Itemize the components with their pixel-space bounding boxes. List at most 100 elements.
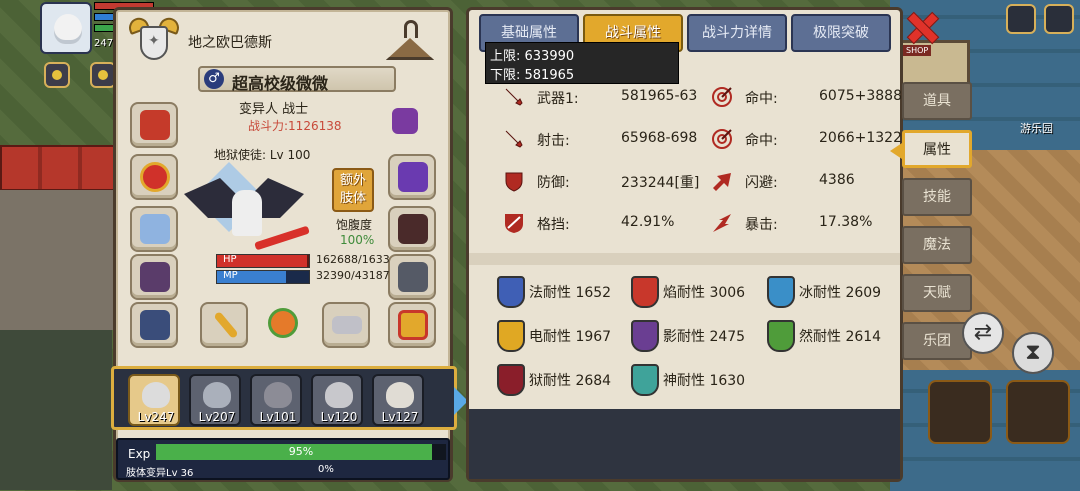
player-hud[interactable]: 247	[40, 2, 154, 54]
exp-label: Exp	[128, 447, 151, 461]
resistance-text: 然耐性 2614	[799, 329, 882, 345]
party-member-level: Lv120	[320, 410, 358, 424]
party-bar: Lv247 Lv207 Lv101 Lv120 Lv127	[111, 366, 468, 430]
hud-level: 247	[94, 38, 114, 49]
race-class: 变异人 战士	[239, 102, 309, 117]
equip-slot-belt[interactable]	[388, 206, 436, 252]
equip-slot-cape[interactable]	[130, 206, 178, 252]
equip-slot-treasure[interactable]	[388, 302, 436, 348]
character-title-ribbon: ♂ 超高校级微微	[198, 66, 396, 93]
satiety-label: 饱腹度	[336, 218, 373, 232]
side-menu-talent[interactable]: 天赋	[902, 274, 972, 312]
coin-icon[interactable]	[44, 62, 70, 88]
experience-box: Exp 95% 肢体变异Lv 36 0%	[116, 438, 450, 480]
shield-icon	[505, 172, 523, 192]
party-portrait	[264, 382, 292, 408]
equip-slot-armor[interactable]	[130, 254, 178, 300]
sword-attack-icon[interactable]	[928, 380, 992, 444]
avatar-face	[54, 14, 82, 44]
swap-icon[interactable]: ⇄	[962, 312, 1004, 354]
resistance-text: 神耐性 1630	[663, 373, 746, 389]
resistance-text: 狱耐性 2684	[529, 373, 612, 389]
stat-label: 暴击:	[745, 217, 778, 233]
tab-power-details[interactable]: 战斗力详情	[687, 14, 787, 52]
party-member-2[interactable]: Lv207	[189, 374, 241, 426]
extra-limb-button[interactable]: 额外肢体	[332, 168, 374, 212]
close-icon[interactable]	[906, 12, 936, 42]
dark-belt-icon	[398, 214, 428, 244]
stat-row: 武器1: 581965-63 命中: 6075+3888	[469, 84, 902, 114]
side-menu-skills[interactable]: 技能	[902, 178, 972, 216]
equip-slot-ring[interactable]	[388, 254, 436, 300]
stat-label: 防御:	[537, 175, 570, 191]
player-avatar[interactable]	[40, 2, 92, 54]
shop-sign: SHOP	[903, 45, 932, 56]
limb-mutation-percent: 0%	[318, 464, 334, 475]
mp-bar-label: MP	[223, 270, 238, 281]
side-menu-items[interactable]: 道具	[902, 82, 972, 120]
male-gender-icon: ♂	[204, 69, 224, 89]
tooltip-lower: 下限: 581965	[490, 68, 575, 83]
side-menu-magic[interactable]: 魔法	[902, 226, 972, 264]
stat-label: 格挡:	[537, 217, 570, 233]
stone-road	[0, 190, 120, 330]
equip-slot-earring[interactable]	[388, 102, 436, 148]
fire-resist-icon	[631, 276, 659, 308]
party-member-level: Lv207	[198, 410, 236, 424]
nature-resist-icon	[767, 320, 795, 352]
guild-emblem-icon[interactable]	[126, 14, 182, 70]
exit-icon[interactable]	[1044, 4, 1074, 34]
ice-resist-icon	[767, 276, 795, 308]
hp-value: 162688/1633	[316, 253, 390, 266]
ruby-necklace-icon	[140, 162, 170, 192]
tab-limit-break[interactable]: 极限突破	[791, 14, 891, 52]
party-member-4[interactable]: Lv120	[311, 374, 363, 426]
equip-slot-helmet[interactable]	[130, 102, 178, 148]
limb-mutation-label: 肢体变异Lv 36	[126, 468, 194, 479]
bow-attack-icon[interactable]	[1006, 380, 1070, 444]
wardrobe-hanger-icon[interactable]	[384, 20, 436, 66]
exp-percent: 95%	[288, 445, 314, 458]
resistance-text: 法耐性 1652	[529, 285, 612, 301]
dark-cliff	[0, 330, 112, 490]
damage-range-tooltip: 上限: 633990 下限: 581965	[485, 42, 679, 84]
gear-ring-icon	[398, 262, 428, 292]
stat-value: 65968-698	[621, 130, 698, 146]
equip-slot-necklace[interactable]	[130, 154, 178, 200]
party-member-1[interactable]: Lv247	[128, 374, 180, 426]
purple-glove-icon	[398, 162, 428, 192]
equip-slot-gun[interactable]	[322, 302, 370, 348]
cannon-gun-icon	[332, 316, 362, 334]
party-member-5[interactable]: Lv127	[372, 374, 424, 426]
party-member-level: Lv101	[259, 410, 297, 424]
mp-value: 32390/43187	[316, 269, 390, 282]
stat-row: 射击: 65968-698 命中: 2066+1322	[469, 126, 902, 156]
character-title: 超高校级微微	[232, 74, 329, 93]
stat-value: 42.91%	[621, 214, 675, 230]
equip-slot-pet[interactable]	[260, 302, 308, 348]
dark-armor-icon	[140, 262, 170, 292]
character-header: 地之欧巴德斯	[116, 10, 450, 72]
exp-bar: 95%	[156, 444, 446, 460]
stat-row: 格挡: 42.91% 暴击: 17.38%	[469, 210, 900, 240]
block-icon	[505, 214, 523, 233]
stat-label: 命中:	[745, 91, 778, 107]
hourglass-icon[interactable]: ⧗	[1012, 332, 1054, 374]
stat-value: 17.38%	[819, 214, 873, 230]
pumpkin-pet-icon	[268, 308, 298, 338]
equip-slot-boots[interactable]	[130, 302, 178, 348]
stat-label: 武器1:	[537, 91, 579, 107]
stat-value: 4386	[819, 172, 855, 188]
equip-slot-weapon-staff[interactable]	[200, 302, 248, 348]
target-icon	[712, 87, 732, 107]
crystal-cape-icon	[140, 214, 170, 244]
tooltip-upper: 上限: 633990	[490, 49, 575, 64]
side-menu-attributes[interactable]: 属性	[902, 130, 972, 168]
purple-gem-icon	[392, 108, 418, 134]
treasure-chest-icon	[398, 310, 428, 340]
world-map-icon[interactable]	[1006, 4, 1036, 34]
equip-slot-gloves[interactable]	[388, 154, 436, 200]
party-portrait	[203, 382, 231, 408]
stat-row: 防御: 233244[重] 闪避: 4386	[469, 168, 900, 198]
party-member-3[interactable]: Lv101	[250, 374, 302, 426]
